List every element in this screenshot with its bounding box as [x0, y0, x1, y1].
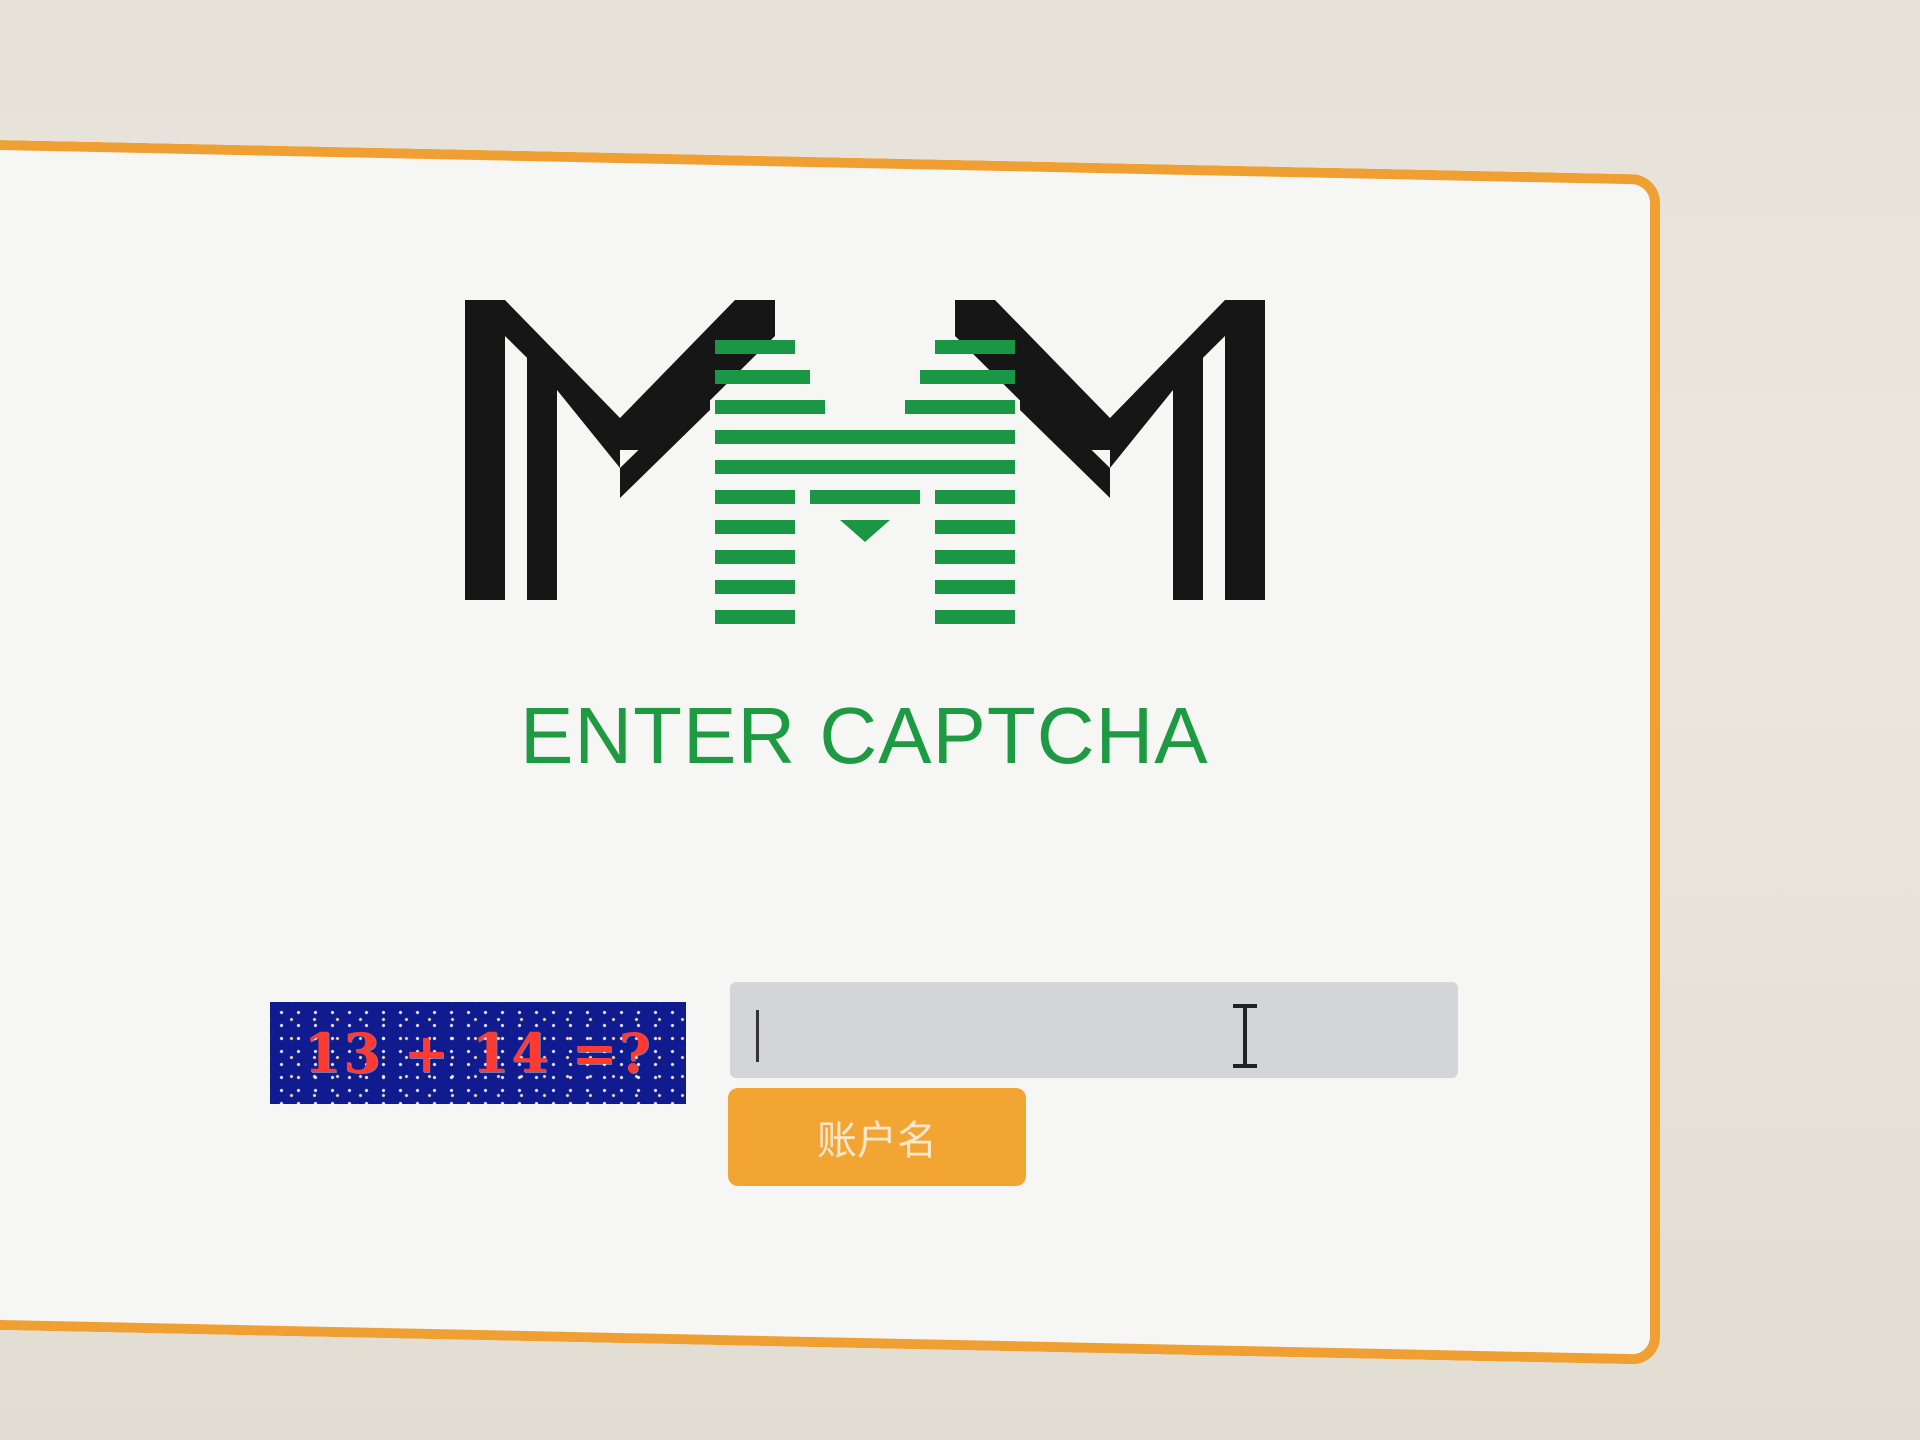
page-title: ENTER CAPTCHA: [520, 691, 1209, 780]
i-beam-cursor-icon: [1233, 1004, 1257, 1068]
captcha-answer-input[interactable]: [730, 982, 1458, 1078]
submit-button[interactable]: 账户名: [728, 1088, 1026, 1186]
text-caret: [756, 1010, 759, 1062]
captcha-challenge-text: 13 + 14 =?: [303, 1021, 653, 1085]
screen: ENTER CAPTCHA 13 + 14 =? 账户名: [0, 0, 1920, 1440]
captcha-image: 13 + 14 =?: [270, 1002, 686, 1104]
mmm-logo: [465, 300, 1265, 624]
